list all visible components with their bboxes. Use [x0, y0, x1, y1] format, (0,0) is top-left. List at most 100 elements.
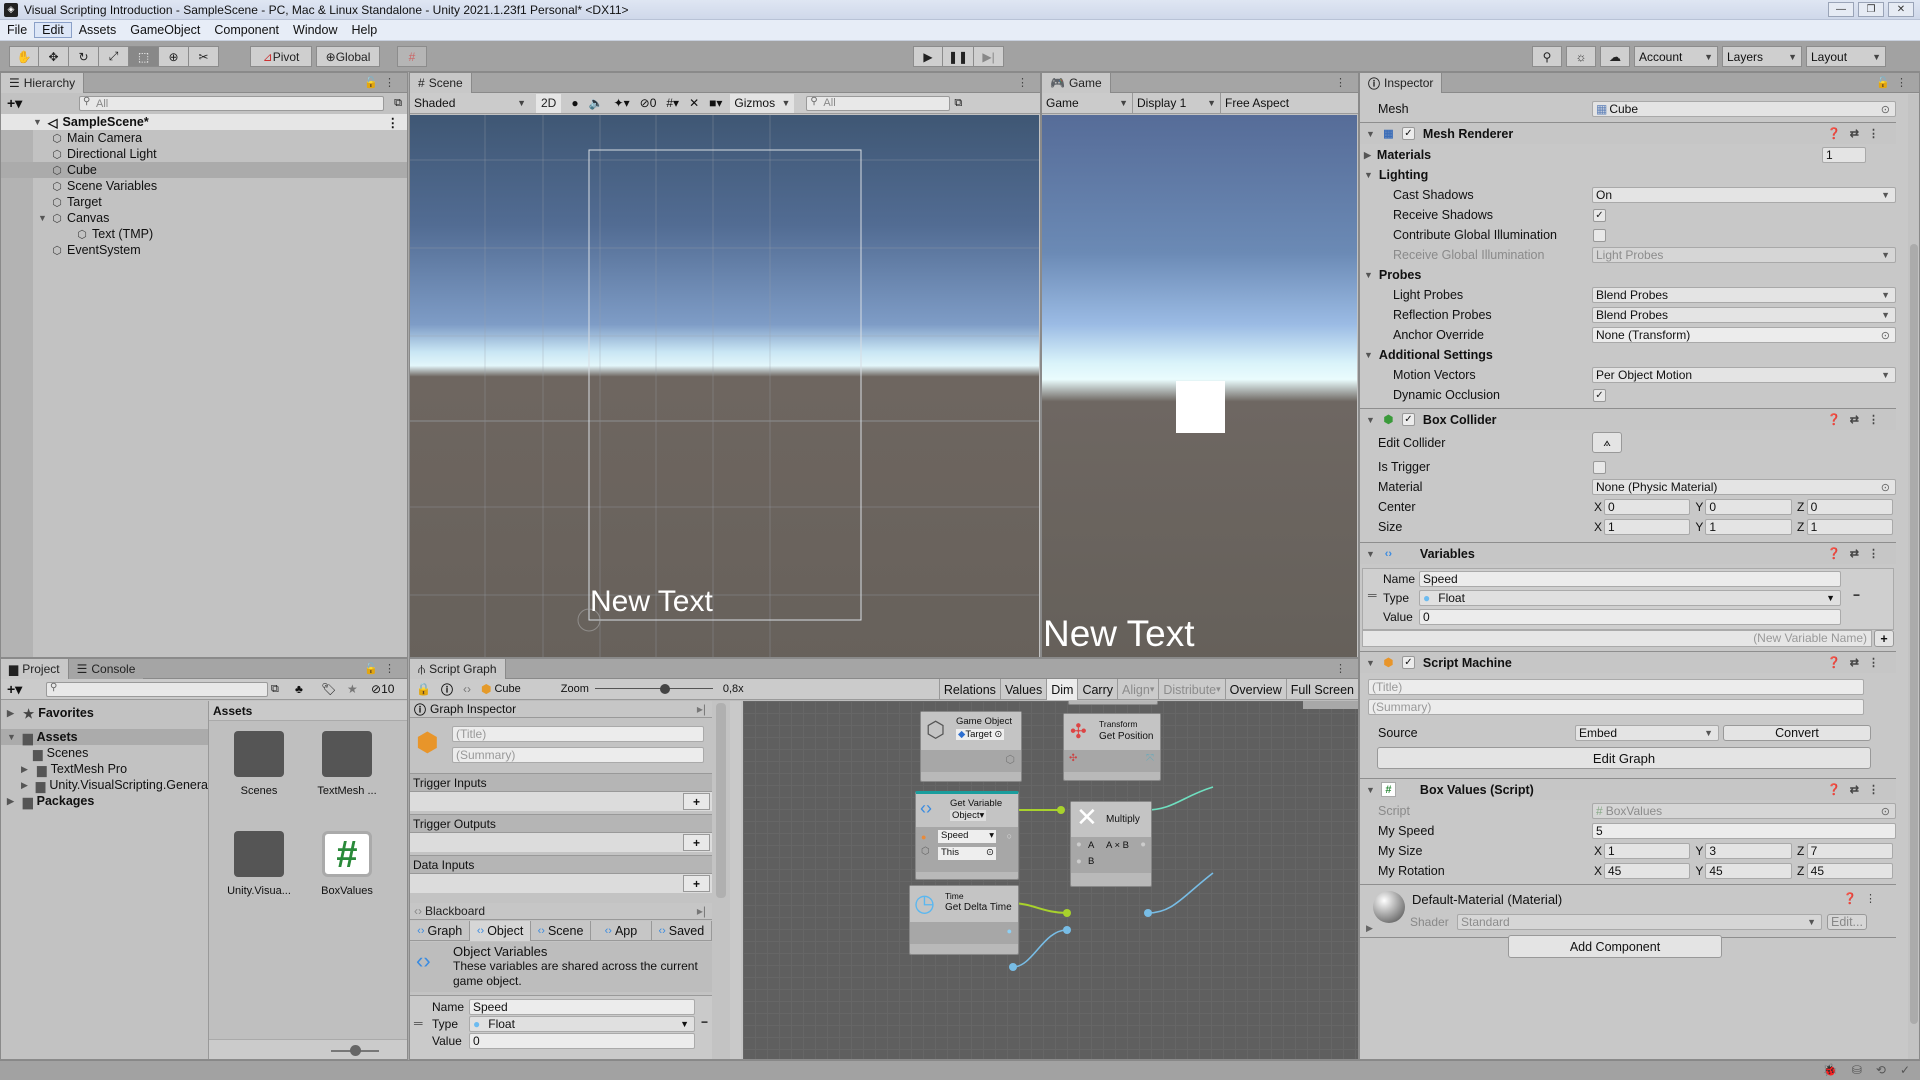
dock-icon[interactable]: ▸| [697, 904, 706, 918]
blackboard-tab-object[interactable]: ‹› Object [470, 921, 531, 941]
offscreen-node[interactable] [1068, 701, 1158, 705]
node-multiply[interactable]: ✕ Multiply ● A A × B ● ● B [1070, 801, 1152, 887]
scene-header[interactable]: ▼ ◁ SampleScene* ⋮ [1, 114, 407, 130]
favorites-star-icon[interactable]: ★ [347, 682, 358, 696]
expand-triangle-icon[interactable]: ▶ [7, 708, 17, 719]
game-viewport[interactable]: New Text [1042, 115, 1357, 657]
add-data-input-button[interactable]: + [683, 875, 710, 892]
convert-button[interactable]: Convert [1723, 725, 1871, 741]
graph-canvas[interactable]: ⬡ Game Object ◆Target ⊙ ⬡ ✣ Transform Ge… [743, 701, 1358, 1059]
cache-server-icon[interactable]: ⛁ [1852, 1063, 1862, 1077]
menu-window[interactable]: Window [286, 23, 344, 37]
grid-snapping-button[interactable]: # [397, 46, 427, 67]
materials-count-input[interactable]: 1 [1822, 147, 1866, 163]
mesh-renderer-enabled-checkbox[interactable]: ✓ [1401, 127, 1415, 140]
node-get-position[interactable]: ✣ Transform Get Position ✣ ⤧ [1063, 713, 1161, 781]
component-menu-icons[interactable]: ❓⇄⋮ [1827, 547, 1888, 560]
hidden-packages-icon[interactable]: ⊘10 [371, 682, 394, 696]
reflection-probes-dropdown[interactable]: Blend Probes ▼ [1592, 307, 1896, 323]
drag-handle-icon[interactable]: ═ [1368, 588, 1377, 602]
blackboard-tab-saved[interactable]: ‹› Saved [652, 921, 713, 941]
script-machine-title-input[interactable]: (Title) [1368, 679, 1864, 695]
graph-target-label[interactable]: Cube [494, 683, 520, 695]
lock-icon[interactable]: 🔒 [416, 682, 431, 696]
tab-scene[interactable]: # Scene [410, 73, 472, 93]
tab-script-graph[interactable]: ⫛ Script Graph [410, 659, 506, 679]
asset-item[interactable]: TextMesh ... [307, 731, 387, 797]
project-tree-item[interactable]: ▶ ★ Favorites [1, 705, 208, 721]
tools-icon[interactable]: ✕ [689, 96, 699, 110]
asset-item[interactable]: Scenes [219, 731, 299, 797]
game-view-dropdown[interactable]: Game ▼ [1042, 93, 1132, 114]
hierarchy-item[interactable]: ⬡ Target [1, 194, 407, 210]
play-button[interactable]: ▶ [913, 46, 943, 67]
project-tree-item[interactable]: ▶ ▆ Packages [1, 793, 208, 809]
transform-tool-button[interactable]: ⊕ [159, 46, 189, 67]
rect-tool-button[interactable]: ⬚ [129, 46, 159, 67]
hierarchy-item[interactable]: ⬡ Text (TMP) [1, 226, 407, 242]
step-button[interactable]: ▶| [974, 46, 1005, 67]
component-menu-icons[interactable]: ❓⇄⋮ [1827, 783, 1888, 796]
menu-edit[interactable]: Edit [34, 22, 72, 38]
additional-settings-foldout[interactable]: ▼ Additional Settings [1364, 348, 1493, 362]
object-picker-icon[interactable]: ⊙ [1881, 103, 1890, 116]
probes-foldout[interactable]: ▼ Probes [1364, 268, 1421, 282]
cast-shadows-dropdown[interactable]: On ▼ [1592, 187, 1896, 203]
search-mode-icon[interactable]: ⧉ [394, 97, 402, 110]
asset-item[interactable]: Unity.Visua... [219, 831, 299, 897]
tab-hierarchy[interactable]: ☰ Hierarchy [1, 73, 85, 93]
graph-summary-input[interactable]: (Summary) [452, 747, 704, 763]
size-y-input[interactable]: 1 [1705, 519, 1792, 535]
variables-header[interactable]: ▼ ‹› Variables ❓⇄⋮ [1360, 542, 1896, 564]
graph-toolbar-distribute-button[interactable]: Distribute ▾ [1158, 679, 1224, 700]
global-toggle[interactable]: ⊕ Global [316, 46, 380, 67]
mesh-field[interactable]: ▦ Cube ⊙ [1592, 101, 1896, 117]
box-values-header[interactable]: ▼ # Box Values (Script) ❓⇄⋮ [1360, 778, 1896, 800]
expand-triangle-icon[interactable]: ▼ [33, 117, 42, 127]
inspector-scrollbar[interactable] [1908, 94, 1919, 1059]
my-size-z-input[interactable]: 7 [1806, 843, 1893, 859]
search-mode-icon[interactable]: ⧉ [271, 683, 279, 696]
hidden-objects-icon[interactable]: ⊘0 [640, 96, 657, 110]
script-machine-summary-input[interactable]: (Summary) [1368, 699, 1864, 715]
add-variable-button[interactable]: + [1874, 630, 1894, 647]
my-rotation-z-input[interactable]: 45 [1806, 863, 1893, 879]
search-mode-icon[interactable]: ⧉ [954, 97, 962, 110]
expand-triangle-icon[interactable]: ▶ [1366, 923, 1373, 934]
gizmos-dropdown[interactable]: Gizmos ▼ [730, 93, 795, 113]
is-trigger-checkbox[interactable] [1593, 460, 1606, 474]
dynamic-occlusion-checkbox[interactable]: ✓ [1593, 388, 1606, 402]
tab-inspector[interactable]: ⓘ Inspector [1360, 73, 1443, 93]
tab-project[interactable]: ▆ Project [1, 659, 69, 679]
component-menu-icons[interactable]: ❓⇄⋮ [1827, 127, 1888, 140]
motion-vectors-dropdown[interactable]: Per Object Motion ▼ [1592, 367, 1896, 383]
debug-icon[interactable]: 🐞 [1823, 1063, 1838, 1077]
hierarchy-item[interactable]: ⬡ EventSystem [1, 242, 407, 258]
center-z-input[interactable]: 0 [1806, 499, 1893, 515]
node-game-object[interactable]: ⬡ Game Object ◆Target ⊙ ⬡ [920, 711, 1022, 782]
2d-toggle[interactable]: 2D [536, 93, 562, 113]
box-collider-enabled-checkbox[interactable]: ✓ [1401, 413, 1415, 426]
expand-triangle-icon[interactable]: ▼ [7, 732, 17, 742]
inspector-variable-type-dropdown[interactable]: ● Float ▼ [1419, 590, 1841, 606]
variable-name-field[interactable]: Speed ▾ [938, 830, 996, 843]
menu-assets[interactable]: Assets [72, 23, 124, 37]
my-size-x-input[interactable]: 1 [1604, 843, 1691, 859]
create-button[interactable]: +▾ [7, 95, 22, 112]
scope-dropdown[interactable]: Object▾ [950, 810, 987, 821]
asset-item[interactable]: # BoxValues [307, 831, 387, 897]
center-y-input[interactable]: 0 [1705, 499, 1792, 515]
mesh-renderer-header[interactable]: ▼ ▦ ✓ Mesh Renderer ❓⇄⋮ [1360, 122, 1896, 144]
tab-console[interactable]: ☰ Console [68, 659, 144, 679]
maximize-button[interactable]: ❐ [1858, 2, 1884, 17]
expand-triangle-icon[interactable]: ▶ [21, 764, 31, 775]
edit-shader-button[interactable]: Edit... [1827, 914, 1867, 930]
sidebar-scrollbar[interactable] [730, 701, 741, 1059]
graph-scrollbar[interactable] [1303, 701, 1358, 709]
blackboard-toggle-icon[interactable]: ‹› [463, 682, 471, 696]
add-trigger-output-button[interactable]: + [683, 834, 710, 851]
check-icon[interactable]: ✓ [1900, 1063, 1910, 1077]
graph-toolbar-carry-button[interactable]: Carry [1077, 679, 1117, 700]
my-rotation-y-input[interactable]: 45 [1705, 863, 1792, 879]
hierarchy-item[interactable]: ⬡ Scene Variables [1, 178, 407, 194]
